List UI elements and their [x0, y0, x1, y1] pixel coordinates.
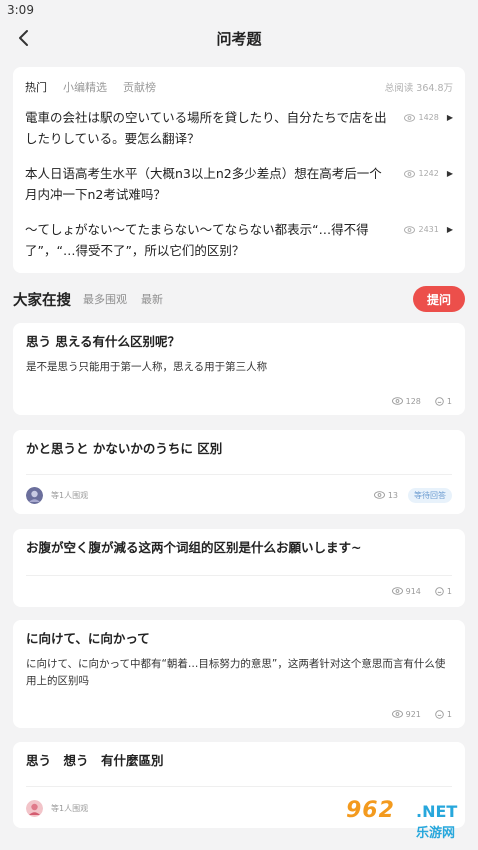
play-arrow-icon: ▶ [446, 169, 453, 178]
divider [26, 575, 452, 576]
total-reads: 总阅读 364.8万 [384, 83, 453, 94]
comment-count: 1 [446, 396, 452, 406]
avatar[interactable] [26, 799, 43, 817]
hot-item-text: 電車の会社は駅の空いている場所を貸したり、自分たちで店を出したりしている。要怎么… [25, 110, 387, 146]
comment-icon [435, 396, 444, 406]
watermark-domain: .NET [416, 802, 458, 821]
divider [26, 786, 452, 787]
ask-question-button[interactable]: 提问 [413, 286, 465, 312]
question-title: 思う 想う 有什麼區別 [26, 753, 164, 768]
status-bar: 3:09 [0, 0, 478, 20]
comment-icon [435, 586, 444, 596]
hot-item-text: 本人日语高考生水平（大概n3以上n2多少差点）想在高考后一个月内冲一下n2考试难… [25, 166, 382, 202]
view-count: 1242 [418, 169, 439, 178]
eye-icon [373, 491, 385, 499]
watermark-site-name: 乐游网 [416, 826, 456, 841]
tab-most-watched[interactable]: 最多围观 [83, 291, 127, 307]
hot-item-text: 〜てしょがない〜てたまらない〜てならない都表示“…得不得了”，“…得受不了”，所… [25, 222, 369, 258]
question-card[interactable]: 思う 思える有什么区别呢？ 是不是思う只能用于第一人称，思える用于第三人称 12… [13, 323, 465, 415]
question-title: かと思うと かないかのうちに 区別 [26, 441, 223, 456]
comment-icon [435, 709, 444, 719]
avatar[interactable] [26, 486, 43, 504]
question-description: 是不是思う只能用于第一人称，思える用于第三人称 [26, 361, 268, 373]
hot-item[interactable]: 電車の会社は駅の空いている場所を貸したり、自分たちで店を出したりしている。要怎么… [25, 107, 453, 163]
view-count: 921 [405, 709, 421, 719]
view-count: 2431 [418, 225, 439, 234]
eye-icon [404, 169, 416, 178]
section-title: 大家在搜 [13, 292, 71, 309]
hot-tabs: 热门 小编精选 贡献榜 总阅读 364.8万 [25, 77, 453, 97]
top-bar: 问考题 [0, 20, 478, 58]
view-count: 1428 [418, 113, 439, 122]
eye-icon [391, 397, 403, 405]
comment-count: 1 [446, 586, 452, 596]
eye-icon [391, 587, 403, 595]
comment-count: 1 [446, 709, 452, 719]
hot-list: 電車の会社は駅の空いている場所を貸したり、自分たちで店を出したりしている。要怎么… [25, 107, 453, 275]
eye-icon [391, 710, 403, 718]
watermark-number: 962 [346, 798, 395, 823]
watchers-text: 等1人围观 [51, 803, 89, 813]
question-title: お腹が空く腹が減る这两个词组的区别是什么お願いします~ [26, 540, 362, 555]
tab-latest[interactable]: 最新 [141, 291, 163, 307]
play-arrow-icon: ▶ [446, 113, 453, 122]
status-time: 3:09 [7, 3, 34, 17]
eye-icon [404, 113, 416, 122]
question-title: 思う 思える有什么区别呢？ [26, 334, 180, 349]
question-card[interactable]: お腹が空く腹が減る这两个词组的区别是什么お願いします~ 914 1 [13, 529, 465, 607]
page-title: 问考题 [216, 30, 262, 48]
eye-icon [404, 225, 416, 234]
view-count: 128 [405, 396, 421, 406]
tab-hot[interactable]: 热门 [25, 79, 47, 95]
question-title: に向けて、に向かって [26, 631, 150, 646]
tab-contributors[interactable]: 贡献榜 [123, 79, 156, 95]
divider [26, 474, 452, 475]
hot-item[interactable]: 本人日语高考生水平（大概n3以上n2多少差点）想在高考后一个月内冲一下n2考试难… [25, 163, 453, 219]
question-card[interactable]: に向けて、に向かって に向けて、に向かって中都有“朝着…目标努力的意思”，这两者… [13, 620, 465, 728]
tab-editor-picks[interactable]: 小编精选 [63, 79, 107, 95]
question-description: に向けて、に向かって中都有“朝着…目标努力的意思”，这两者针对这个意思而言有什么… [26, 658, 446, 687]
hot-questions-card: 热门 小编精选 贡献榜 总阅读 364.8万 電車の会社は駅の空いている場所を貸… [13, 67, 465, 273]
hot-item[interactable]: 〜てしょがない〜てたまらない〜てならない都表示“…得不得了”，“…得受不了”，所… [25, 219, 453, 275]
watermark-logo: 962 .NET 乐游网 [342, 796, 470, 846]
status-badge: 等待回答 [408, 487, 452, 503]
watchers-text: 等1人围观 [51, 490, 89, 500]
play-arrow-icon: ▶ [446, 225, 453, 234]
view-count: 13 [387, 490, 398, 500]
view-count: 914 [405, 586, 421, 596]
question-card[interactable]: かと思うと かないかのうちに 区別 等1人围观 13 等待回答 [13, 430, 465, 514]
search-section-header: 大家在搜 最多围观 最新 提问 [13, 286, 465, 312]
